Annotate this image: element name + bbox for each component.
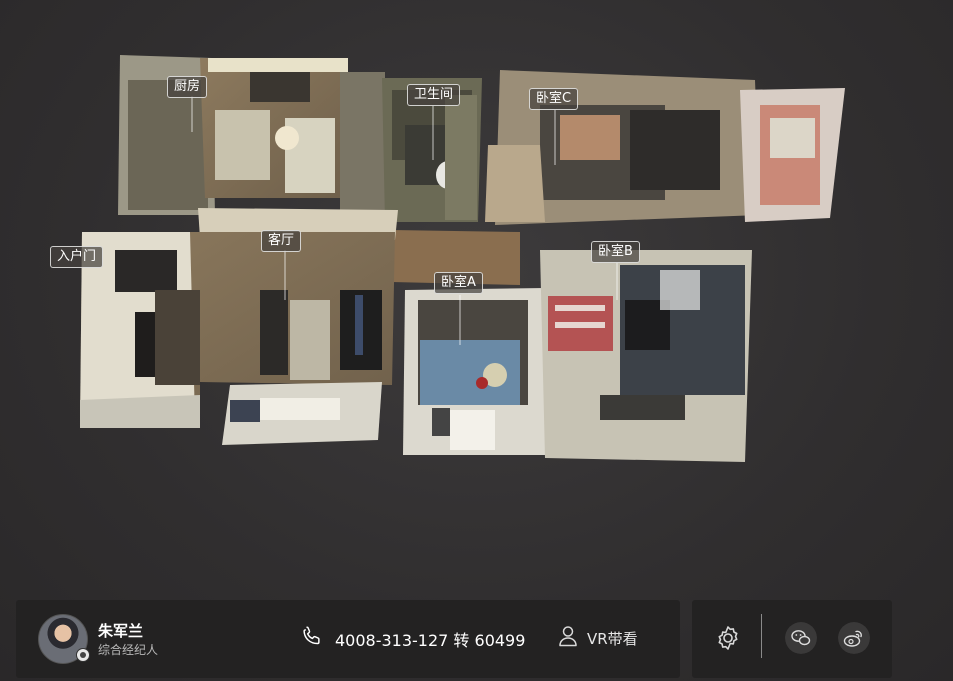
room-label-kitchen[interactable]: 厨房 [167, 76, 208, 98]
settings-icon[interactable] [712, 622, 744, 654]
agent-contact-bar: 朱军兰 综合经纪人 4008-313-127 转 60499 VR带看 [16, 600, 680, 678]
vr-tour-icon[interactable] [558, 625, 578, 647]
room-label-bathroom[interactable]: 卫生间 [407, 84, 461, 106]
living-room-model [80, 232, 395, 445]
phone-icon[interactable] [301, 625, 323, 647]
agent-phone-number[interactable]: 4008-313-127 转 60499 [335, 627, 525, 651]
agent-badge-icon [76, 648, 90, 662]
weibo-icon[interactable] [838, 622, 870, 654]
room-label-bedroom-c[interactable]: 卧室C [529, 88, 579, 110]
agent-title: 综合经纪人 [98, 643, 159, 657]
toolbar-divider [761, 614, 762, 658]
kitchen-model [118, 55, 385, 222]
room-label-entrance[interactable]: 入户门 [50, 246, 104, 268]
bedroom-a-model [403, 288, 545, 455]
floorplan-3d-model[interactable] [0, 0, 953, 681]
bedroom-b-model [540, 250, 752, 462]
room-label-bedroom-a[interactable]: 卧室A [434, 272, 483, 294]
tools-bar [692, 600, 892, 678]
agent-name: 朱军兰 [98, 622, 144, 640]
room-label-living-room[interactable]: 客厅 [261, 230, 302, 252]
room-label-bedroom-b[interactable]: 卧室B [591, 241, 640, 263]
vr-tour-button[interactable]: VR带看 [587, 628, 638, 649]
wechat-icon[interactable] [785, 622, 817, 654]
